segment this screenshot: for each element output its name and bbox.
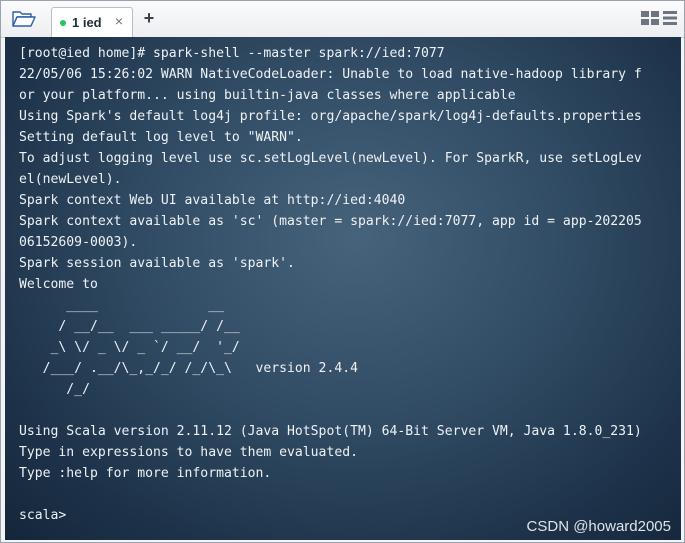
connected-dot-icon <box>60 19 66 26</box>
terminal-line: 06152609-0003). <box>19 235 138 250</box>
terminal-line: Spark session available as 'spark'. <box>19 256 295 271</box>
watermark-text: CSDN @howard2005 <box>526 518 671 535</box>
folder-open-icon <box>12 11 36 27</box>
terminal-line: Spark context available as 'sc' (master … <box>19 214 642 229</box>
add-tab-button[interactable]: + <box>139 8 159 28</box>
tab-label: 1 ied <box>72 15 102 30</box>
terminal-line: Spark context Web UI available at http:/… <box>19 193 406 208</box>
terminal-line: [root@ied home]# spark-shell --master sp… <box>19 46 445 61</box>
terminal-line: Type in expressions to have them evaluat… <box>19 445 358 460</box>
terminal-output[interactable]: [root@ied home]# spark-shell --master sp… <box>5 37 681 540</box>
grid-layout-icon <box>641 11 659 25</box>
tab-session[interactable]: 1 ied × <box>51 7 133 37</box>
terminal-line: /_/ <box>19 382 90 397</box>
list-menu-icon <box>663 11 677 25</box>
terminal-text: [root@ied home]# spark-shell --master sp… <box>19 43 642 526</box>
menu-button[interactable] <box>663 10 677 26</box>
terminal-line: Welcome to <box>19 277 98 292</box>
terminal-line: or your platform... using builtin-java c… <box>19 88 516 103</box>
close-icon[interactable]: × <box>112 14 126 28</box>
terminal-line: _\ \/ _ \/ _ `/ __/ '_/ <box>19 340 240 355</box>
tab-bar: 1 ied × + <box>1 1 684 38</box>
terminal-line: Using Spark's default log4j profile: org… <box>19 109 642 124</box>
terminal-line: To adjust logging level use sc.setLogLev… <box>19 151 642 166</box>
terminal-line: Setting default log level to "WARN". <box>19 130 303 145</box>
terminal-line: Type :help for more information. <box>19 466 272 481</box>
terminal-window: 1 ied × + [root@ied home]# spark-shell -… <box>0 0 685 543</box>
open-session-button[interactable] <box>9 7 39 31</box>
terminal-line: /___/ .__/\_,_/_/ /_/\_\ version 2.4.4 <box>19 361 358 376</box>
terminal-line: / __/__ ___ _____/ /__ <box>19 319 240 334</box>
terminal-line: 22/05/06 15:26:02 WARN NativeCodeLoader:… <box>19 67 642 82</box>
plus-icon: + <box>143 8 155 28</box>
terminal-line: ____ __ <box>19 298 224 313</box>
terminal-line: el(newLevel). <box>19 172 122 187</box>
layout-button[interactable] <box>641 10 659 26</box>
terminal-line: Using Scala version 2.11.12 (Java HotSpo… <box>19 424 642 439</box>
